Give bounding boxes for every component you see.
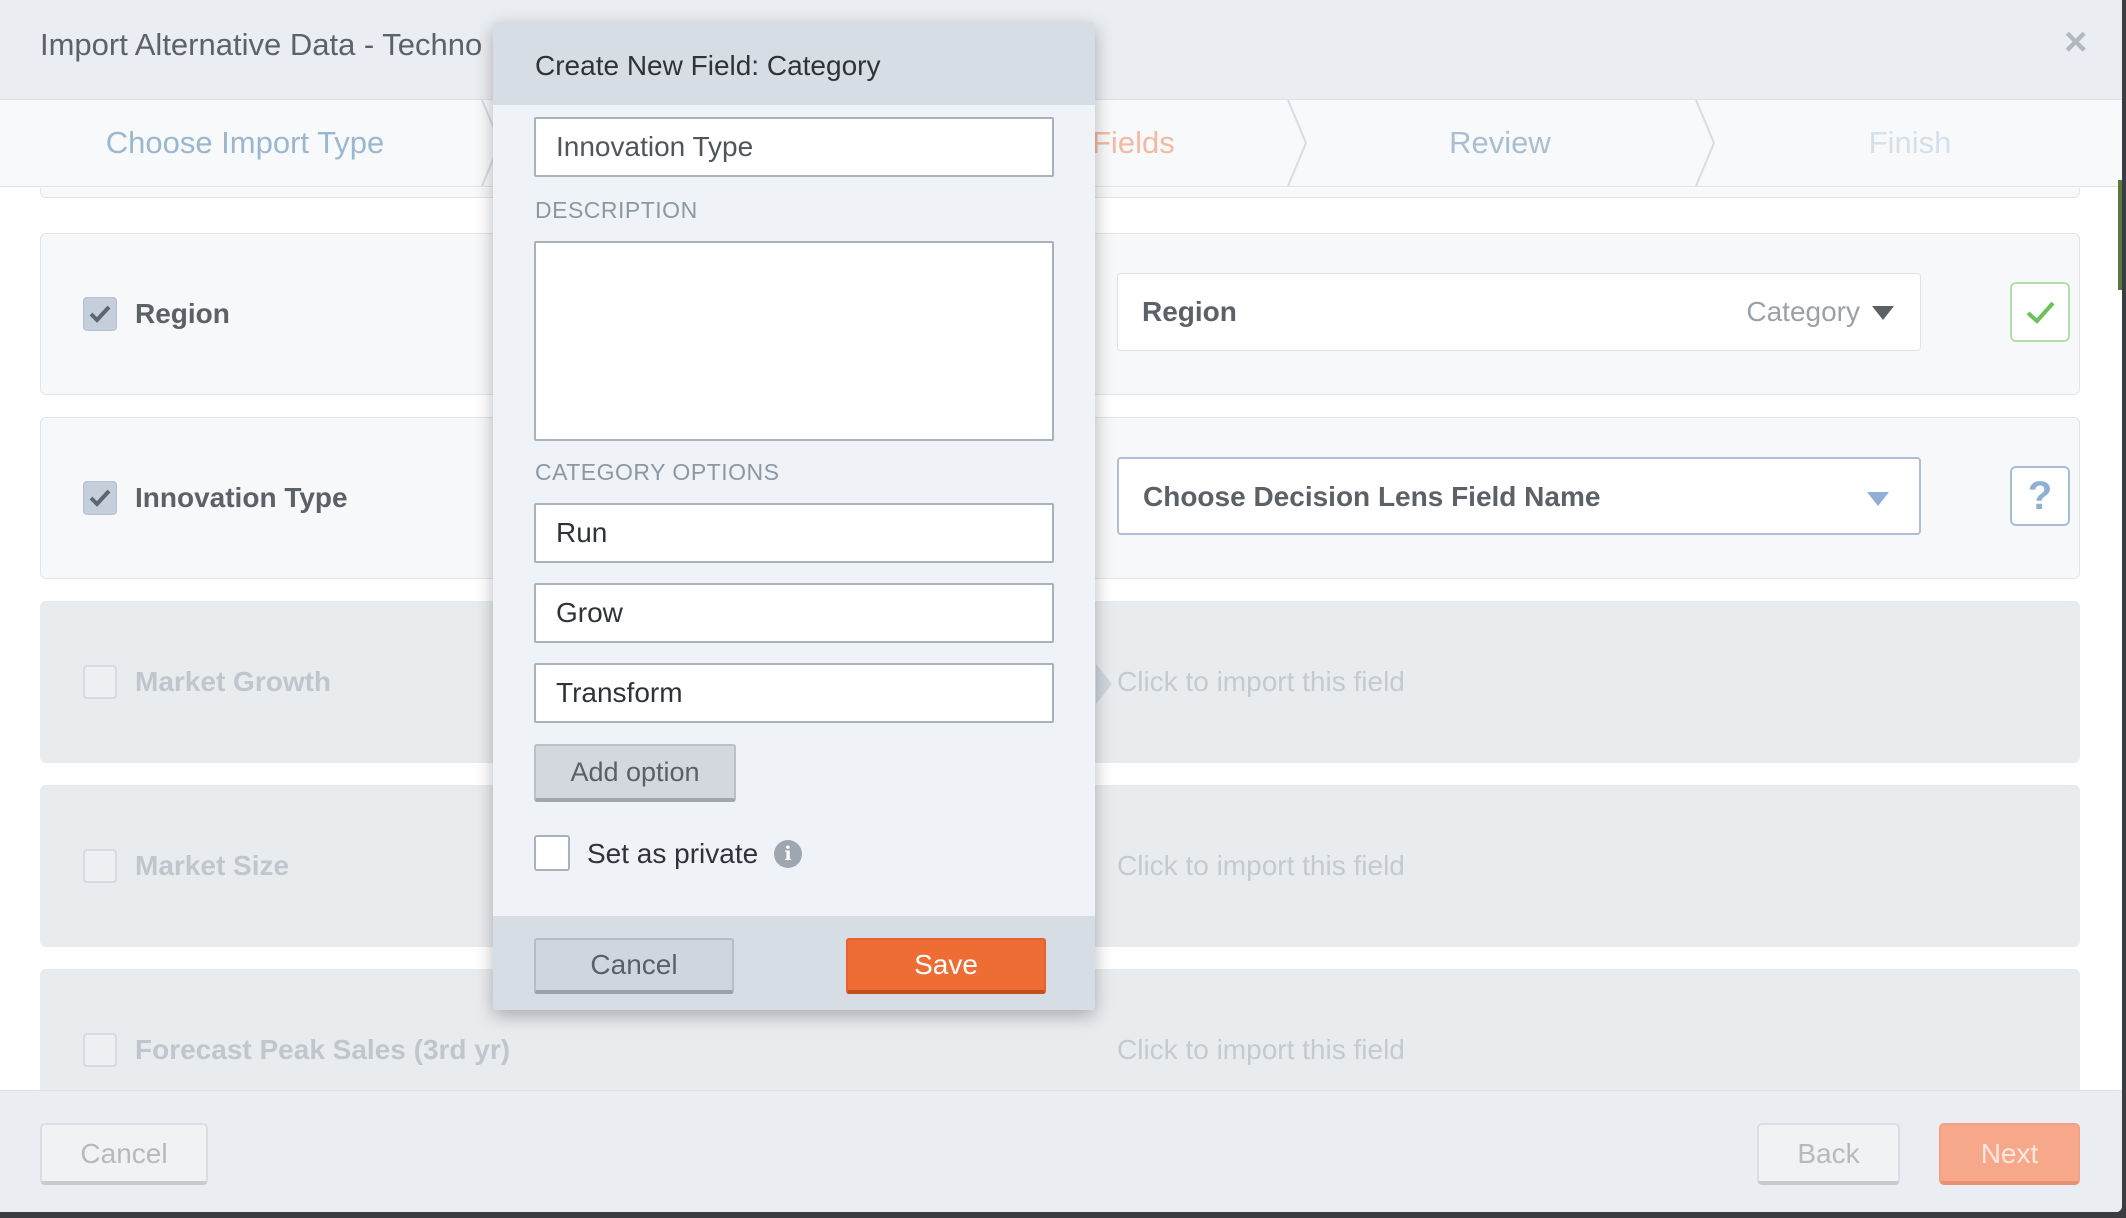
row-label: Market Size [135,850,290,881]
dialog-title: Create New Field: Category [535,50,881,81]
next-button[interactable]: Next [1939,1123,2080,1185]
dialog-footer: Cancel Save [493,916,1095,1010]
row-checkbox[interactable] [83,849,117,883]
field-name-input[interactable] [534,117,1054,177]
set-private-label: Set as private [587,838,759,869]
status-unknown-indicator[interactable]: ? [2010,466,2070,526]
caret-down-icon [1872,306,1894,320]
import-hint[interactable]: Click to import this field [1117,1034,1405,1066]
create-field-dialog: Create New Field: Category DESCRIPTION C… [493,22,1095,1010]
description-label: DESCRIPTION [535,197,698,223]
row-checkbox[interactable] [83,1033,117,1067]
dialog-save-button[interactable]: Save [846,938,1046,994]
check-icon [89,489,111,507]
wizard-footer: Cancel Back Next [0,1090,2122,1212]
dialog-header: Create New Field: Category [493,22,1095,105]
scrollbar[interactable] [2118,180,2122,290]
field-selector[interactable]: Region Category [1117,273,1921,351]
import-hint[interactable]: Click to import this field [1117,850,1405,882]
decision-lens-field-dropdown[interactable]: Choose Decision Lens Field Name [1117,457,1921,535]
mapping-arrow-icon [1096,664,1112,704]
field-type: Category [1746,296,1860,327]
category-option-input[interactable] [534,663,1054,723]
cancel-button[interactable]: Cancel [40,1123,208,1185]
check-icon [89,305,111,323]
row-label: Forecast Peak Sales (3rd yr) [135,1034,511,1065]
question-icon: ? [2027,474,2053,518]
row-checkbox[interactable] [83,297,117,331]
dialog-cancel-button[interactable]: Cancel [534,938,734,994]
row-label: Market Growth [135,666,332,697]
row-label: Region [135,298,230,329]
back-button[interactable]: Back [1757,1123,1900,1185]
close-icon[interactable]: × [2064,20,2087,64]
step-finish[interactable]: Finish [1700,100,2120,186]
category-option-input[interactable] [534,583,1054,643]
dropdown-placeholder: Choose Decision Lens Field Name [1143,481,1601,512]
category-option-input[interactable] [534,503,1054,563]
row-checkbox[interactable] [83,481,117,515]
description-textarea[interactable] [534,241,1054,441]
info-icon[interactable]: i [774,840,802,868]
status-ok-indicator [2010,282,2070,342]
row-checkbox[interactable] [83,665,117,699]
field-name: Region [1142,296,1237,327]
set-private-checkbox[interactable] [534,835,570,871]
step-review[interactable]: Review [1290,100,1710,186]
add-option-button[interactable]: Add option [534,744,736,802]
caret-down-icon [1867,492,1889,506]
step-choose-import-type[interactable]: Choose Import Type [0,100,490,186]
check-icon [2026,301,2055,324]
wizard-title: Import Alternative Data - Techno [40,27,483,62]
category-options-label: CATEGORY OPTIONS [535,459,780,485]
import-hint[interactable]: Click to import this field [1117,666,1405,698]
row-label: Innovation Type [135,482,348,513]
